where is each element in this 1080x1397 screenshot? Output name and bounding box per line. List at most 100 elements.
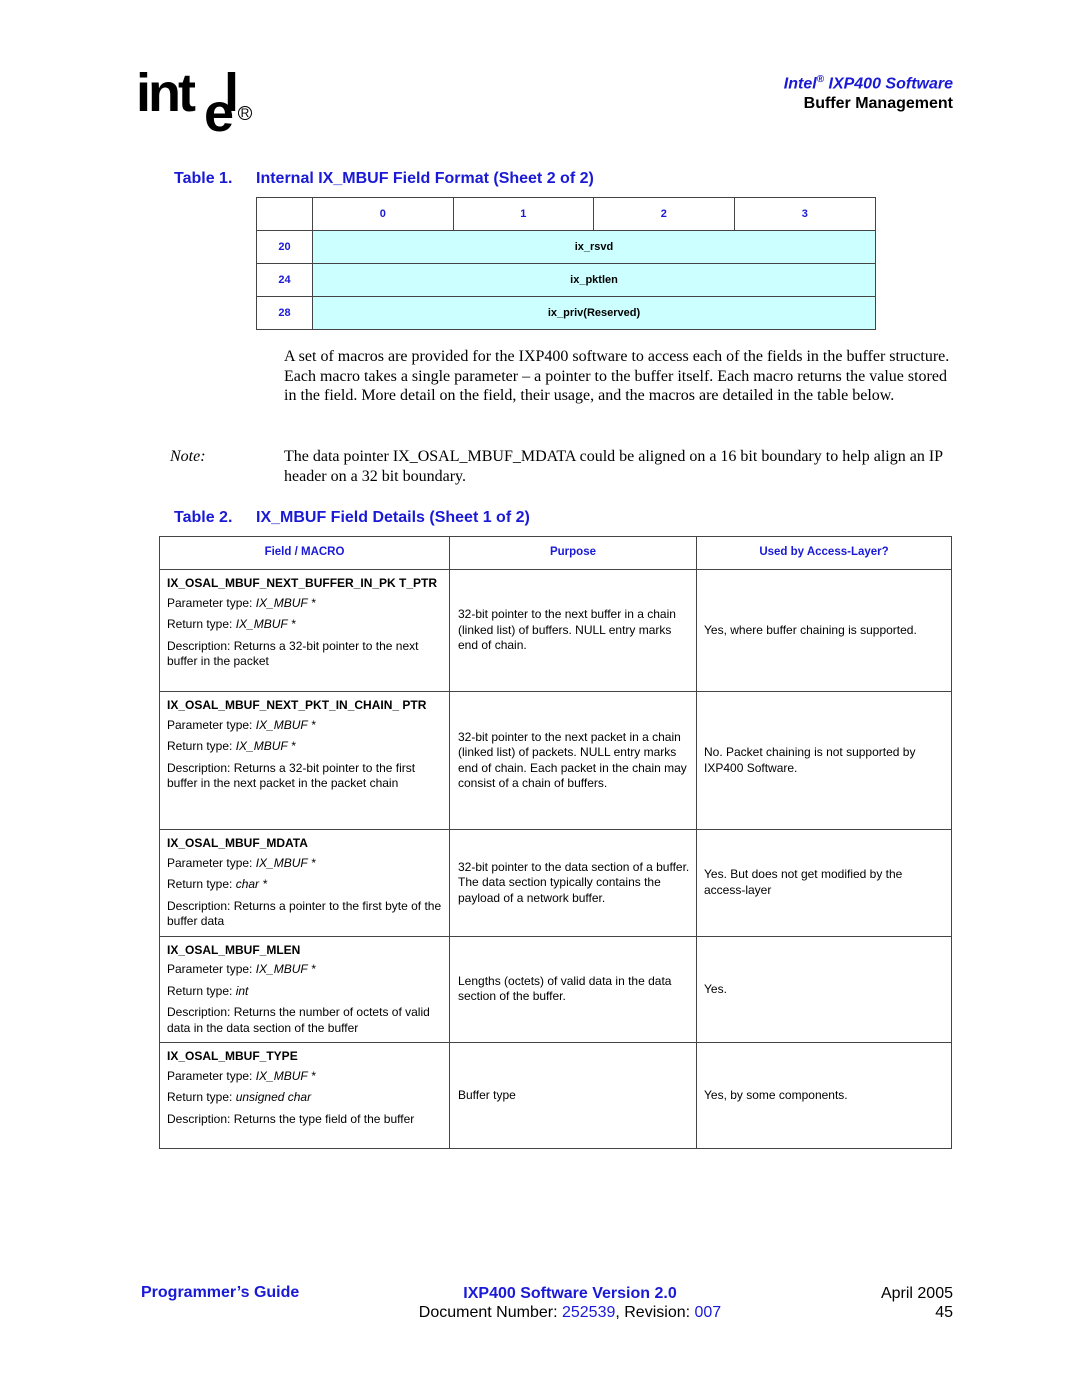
table2-row: IX_OSAL_MBUF_MDATA Parameter type: IX_MBU… bbox=[159, 829, 952, 937]
return-label: Return type: bbox=[167, 1090, 236, 1104]
table2-col-header: Used by Access-Layer? bbox=[696, 536, 952, 570]
table2-caption: Table 2. IX_MBUF Field Details (Sheet 1 o… bbox=[174, 509, 530, 527]
title-registered: ® bbox=[816, 74, 825, 85]
body-paragraph: A set of macros are provided for the IXP… bbox=[284, 348, 950, 404]
page-number: 45 bbox=[935, 1304, 953, 1321]
table1-col-header: 2 bbox=[593, 197, 735, 231]
footer-guide: Programmer’s Guide bbox=[141, 1284, 300, 1301]
param-type: Parameter type: IX_MBUF * bbox=[167, 1069, 443, 1085]
table2-field-details: Field / MACRO Purpose Used by Access-Lay… bbox=[159, 536, 952, 1149]
logo-int: int bbox=[136, 63, 196, 123]
param-type: Parameter type: IX_MBUF * bbox=[167, 856, 443, 872]
rev-label: , Revision: bbox=[615, 1304, 695, 1321]
table1-offset: 28 bbox=[256, 296, 313, 330]
table1-number: Table 1. bbox=[174, 170, 233, 187]
table1-header-row: 0 1 2 3 bbox=[256, 197, 877, 231]
field-cell: IX_OSAL_MBUF_NEXT_PKT_IN_CHAIN_ PTR Param… bbox=[159, 691, 450, 830]
param-type: Parameter type: IX_MBUF * bbox=[167, 962, 443, 978]
doc-number-link[interactable]: 252539 bbox=[562, 1304, 615, 1321]
table1-corner bbox=[256, 197, 313, 231]
doc-label: Document Number: bbox=[418, 1304, 562, 1321]
table2-header-row: Field / MACRO Purpose Used by Access-Lay… bbox=[159, 536, 952, 570]
table2-row: IX_OSAL_MBUF_NEXT_PKT_IN_CHAIN_ PTR Param… bbox=[159, 691, 952, 830]
table2-col-header: Field / MACRO bbox=[159, 536, 450, 570]
revision-link[interactable]: 007 bbox=[695, 1304, 722, 1321]
param-label: Parameter type: bbox=[167, 717, 256, 732]
running-header: Intel® IXP400 Software Buffer Management bbox=[784, 70, 953, 114]
purpose-cell: 32-bit pointer to the data section of a … bbox=[449, 829, 697, 937]
table1-row: 28 ix_priv(Reserved) bbox=[256, 296, 876, 330]
used-cell: Yes. But does not get modified by the ac… bbox=[696, 829, 952, 937]
field-cell: IX_OSAL_MBUF_TYPE Parameter type: IX_MBUF… bbox=[159, 1042, 450, 1149]
intel-logo: int e l R bbox=[136, 63, 266, 140]
table2-row: IX_OSAL_MBUF_MLEN Parameter type: IX_MBUF… bbox=[159, 935, 952, 1043]
table1-col-header: 3 bbox=[733, 197, 877, 231]
footer-right: April 2005 45 bbox=[881, 1284, 953, 1322]
return-value: unsigned char bbox=[235, 1090, 312, 1104]
title-intel: Intel bbox=[783, 75, 817, 93]
table2-number: Table 2. bbox=[174, 509, 233, 526]
macro-name: IX_OSAL_MBUF_NEXT_BUFFER_IN_PK T_PTR bbox=[167, 576, 438, 590]
param-label: Parameter type: bbox=[167, 962, 256, 976]
param-type: Parameter type: IX_MBUF * bbox=[167, 718, 443, 734]
return-type: Return type: int bbox=[167, 984, 443, 1000]
return-value: IX_MBUF * bbox=[235, 739, 296, 753]
param-value: IX_MBUF * bbox=[255, 1068, 316, 1083]
footer-center: IXP400 Software Version 2.0 Document Num… bbox=[380, 1284, 760, 1322]
return-type: Return type: char * bbox=[167, 877, 443, 893]
return-label: Return type: bbox=[167, 617, 236, 631]
return-type: Return type: unsigned char bbox=[167, 1090, 443, 1106]
param-label: Parameter type: bbox=[167, 1068, 256, 1083]
field-cell: IX_OSAL_MBUF_MDATA Parameter type: IX_MBU… bbox=[159, 829, 450, 937]
table1-col-header: 1 bbox=[452, 197, 595, 231]
table1-offset: 20 bbox=[256, 230, 313, 264]
macro-name: IX_OSAL_MBUF_MLEN bbox=[167, 942, 301, 957]
purpose-cell: 32-bit pointer to the next packet in a c… bbox=[449, 691, 697, 830]
return-type: Return type: IX_MBUF * bbox=[167, 617, 443, 633]
param-value: IX_MBUF * bbox=[255, 595, 316, 610]
used-cell: Yes. bbox=[696, 935, 952, 1043]
used-cell: Yes, where buffer chaining is supported. bbox=[696, 569, 952, 692]
table2-row: IX_OSAL_MBUF_NEXT_BUFFER_IN_PK T_PTR Para… bbox=[159, 569, 952, 692]
registered-icon: R bbox=[238, 106, 252, 120]
param-type: Parameter type: IX_MBUF * bbox=[167, 596, 443, 612]
description: Description: Returns a 32-bit pointer to… bbox=[167, 760, 416, 791]
field-cell: IX_OSAL_MBUF_MLEN Parameter type: IX_MBUF… bbox=[159, 935, 450, 1043]
table1-caption: Table 1. Internal IX_MBUF Field Format (S… bbox=[174, 170, 594, 188]
table1-field: ix_priv(Reserved) bbox=[312, 296, 876, 330]
macro-name: IX_OSAL_MBUF_NEXT_PKT_IN_CHAIN_ PTR bbox=[167, 698, 427, 712]
param-value: IX_MBUF * bbox=[255, 855, 316, 870]
description: Description: Returns the type field of t… bbox=[167, 1111, 415, 1126]
table2-row: IX_OSAL_MBUF_TYPE Parameter type: IX_MBUF… bbox=[159, 1042, 952, 1149]
return-label: Return type: bbox=[167, 739, 236, 753]
table1-title: Internal IX_MBUF Field Format (Sheet 2 o… bbox=[256, 170, 594, 187]
macro-name: IX_OSAL_MBUF_MDATA bbox=[167, 836, 308, 850]
return-value: char * bbox=[235, 877, 268, 891]
param-value: IX_MBUF * bbox=[255, 717, 316, 732]
table1-field: ix_rsvd bbox=[312, 230, 876, 264]
footer-version: IXP400 Software Version 2.0 bbox=[463, 1285, 677, 1302]
note-text: The data pointer IX_OSAL_MBUF_MDATA coul… bbox=[284, 448, 943, 485]
table2-col-header: Purpose bbox=[449, 536, 697, 570]
product-title: Intel® IXP400 Software bbox=[784, 70, 953, 94]
description: Description: Returns a pointer to the fi… bbox=[167, 898, 442, 929]
table1-row: 20 ix_rsvd bbox=[256, 230, 876, 264]
description: Description: Returns the number of octet… bbox=[167, 1005, 430, 1035]
table1-field: ix_pktlen bbox=[312, 263, 876, 297]
return-label: Return type: bbox=[167, 877, 236, 891]
param-label: Parameter type: bbox=[167, 855, 256, 870]
return-value: int bbox=[235, 983, 249, 998]
table1-row: 24 ix_pktlen bbox=[256, 263, 876, 297]
return-label: Return type: bbox=[167, 983, 236, 998]
footer-docnum: Document Number: 252539, Revision: 007 bbox=[380, 1303, 760, 1322]
section-title: Buffer Management bbox=[803, 95, 953, 113]
field-cell: IX_OSAL_MBUF_NEXT_BUFFER_IN_PK T_PTR Para… bbox=[159, 569, 450, 692]
purpose-cell: Lengths (octets) of valid data in the da… bbox=[449, 935, 697, 1043]
return-value: IX_MBUF * bbox=[235, 617, 296, 631]
logo-l: l bbox=[224, 63, 239, 123]
table1-offset: 24 bbox=[256, 263, 313, 297]
table2-title: IX_MBUF Field Details (Sheet 1 of 2) bbox=[256, 509, 530, 526]
macro-name: IX_OSAL_MBUF_TYPE bbox=[167, 1049, 298, 1063]
table1-field-format: 0 1 2 3 20 ix_rsvd 24 ix_pktlen 28 ix_pr… bbox=[256, 197, 877, 330]
used-cell: Yes, by some components. bbox=[696, 1042, 952, 1149]
